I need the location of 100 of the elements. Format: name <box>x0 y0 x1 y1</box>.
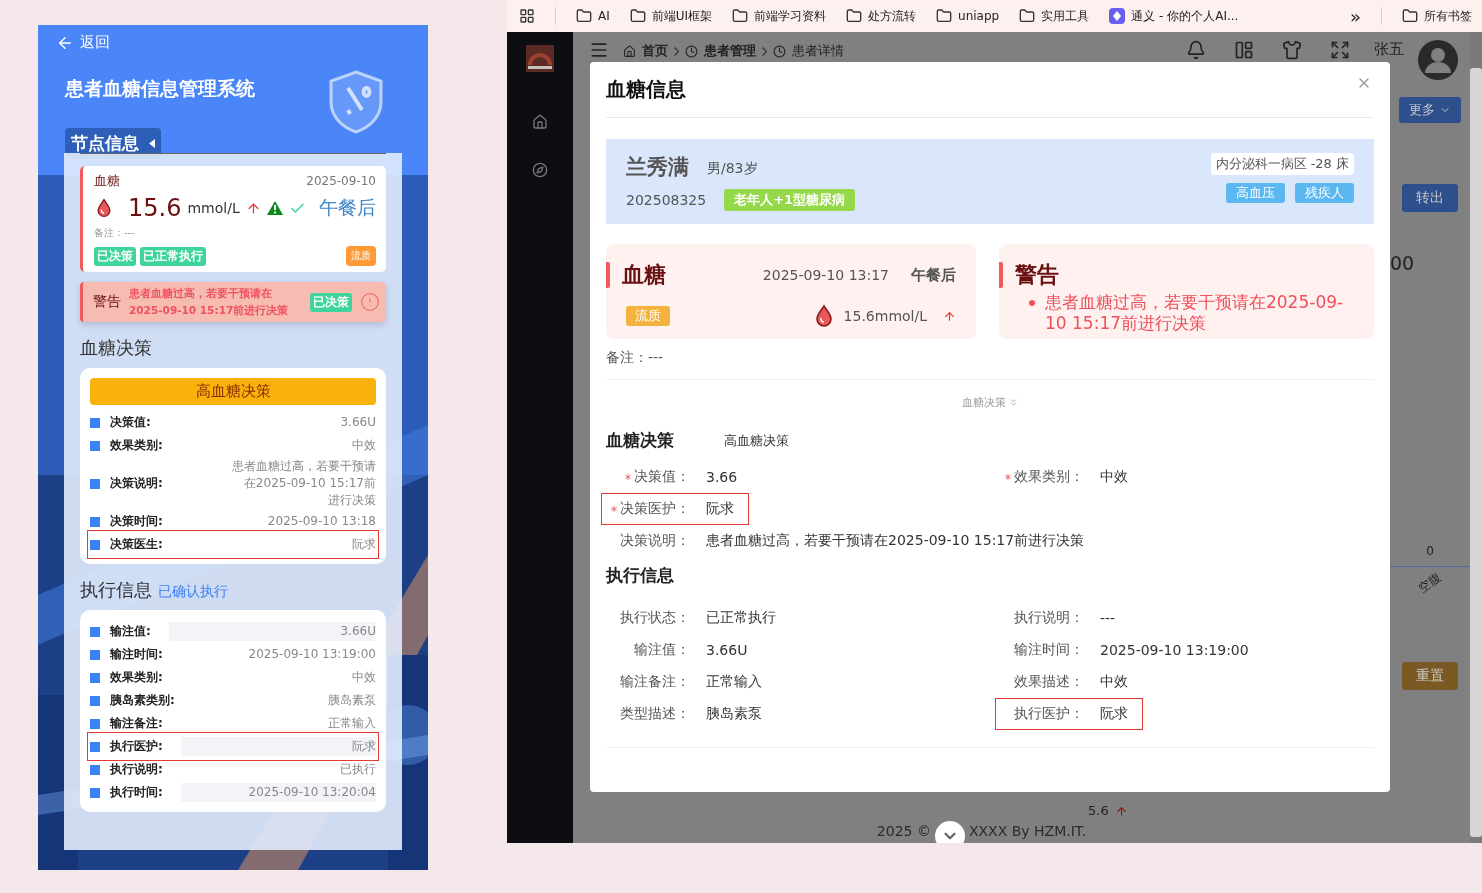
bullet-icon <box>90 672 100 683</box>
bookmark-link[interactable]: 所有书签 <box>1402 7 1472 25</box>
row-value: 已执行 <box>339 761 376 778</box>
bookmark-link[interactable]: 前端UI框架 <box>629 7 713 25</box>
note-text: 备注：--- <box>94 226 136 240</box>
warning-text: 患者血糖过高，若要干预请在2025-09-10 15:17前进行决策 <box>1045 292 1345 334</box>
bell-icon[interactable] <box>1186 40 1206 60</box>
breadcrumb-link[interactable]: 患者管理 <box>704 42 756 60</box>
patient-info: 男/83岁 <box>707 160 758 178</box>
collapse-toggle[interactable]: 血糖决策 <box>955 394 1025 411</box>
bullet-icon <box>90 741 100 752</box>
user-name: 张五 <box>1374 40 1404 59</box>
note-text: 备注：--- <box>606 339 1374 380</box>
row-value: 2025-09-10 13:19:00 <box>247 646 376 663</box>
folder-icon <box>936 8 953 24</box>
back-link[interactable]: 返回 <box>56 33 110 52</box>
required-icon <box>625 474 631 480</box>
bullet-icon <box>90 478 100 489</box>
folder-icon <box>576 8 592 24</box>
field-label: 输注时间： <box>1014 641 1084 659</box>
folder-icon <box>1402 8 1418 24</box>
field-value: --- <box>1100 610 1116 626</box>
row-label: 输注时间: <box>110 646 163 663</box>
row-label: 效果类别: <box>110 669 163 686</box>
caret-icon <box>149 138 155 148</box>
shirt-icon[interactable] <box>1282 40 1302 60</box>
apps-icon[interactable] <box>519 8 535 24</box>
row-value: 3.66U <box>168 622 376 641</box>
field-value: 3.66 <box>706 469 738 485</box>
bookmark-link[interactable]: 通义 - 你的个人AI... <box>1109 7 1239 25</box>
glucose-value: 15.6 <box>128 194 182 222</box>
required-icon <box>1005 474 1011 480</box>
scrollbar-thumb[interactable] <box>1470 68 1482 837</box>
row-label: 效果类别: <box>110 437 163 454</box>
breadcrumb-link[interactable]: 患者详情 <box>792 42 844 60</box>
more-bookmarks-button[interactable]: » <box>1350 5 1361 27</box>
scroll-down-button[interactable] <box>934 820 965 843</box>
folder-icon <box>732 8 749 24</box>
layout-icon[interactable] <box>1234 40 1254 60</box>
bullet-icon <box>90 787 100 798</box>
bullet-icon <box>90 539 100 550</box>
field-value: 正常输入 <box>706 673 762 691</box>
meal-time: 午餐后 <box>911 265 956 285</box>
row-value: 阮求 <box>180 737 376 756</box>
footer-text: XXXX By HZM.IT. <box>968 822 1087 839</box>
section-heading: 执行信息 <box>606 564 674 587</box>
field-label: 执行说明： <box>1014 609 1084 627</box>
menu-icon[interactable] <box>589 40 609 60</box>
folder-icon <box>846 8 863 24</box>
bookmark-link[interactable]: 实用工具 <box>1019 7 1090 25</box>
field-label: 决策值： <box>634 468 690 486</box>
warning-icon <box>266 201 283 215</box>
bullet-icon <box>90 764 100 775</box>
diet-tag: 流质 <box>626 306 670 326</box>
more-button[interactable]: 更多 <box>1399 97 1461 123</box>
patient-id: 202508325 <box>626 192 707 208</box>
row-label: 执行说明: <box>110 761 163 778</box>
chart-value: 0 <box>1426 544 1434 558</box>
decision-banner: 高血糖决策 <box>90 378 376 405</box>
row-label: 决策值: <box>110 414 151 431</box>
bullet-icon <box>90 440 100 451</box>
bookmark-link[interactable]: 处方流转 <box>846 7 917 25</box>
bookmark-link[interactable]: uniapp <box>936 8 1000 24</box>
row-value: 正常输入 <box>327 715 376 732</box>
bullet-icon <box>90 417 100 428</box>
status-tag: 已决策 <box>310 292 352 312</box>
home-icon[interactable] <box>532 114 548 130</box>
breadcrumb-link[interactable]: 首页 <box>642 42 668 60</box>
bookmark-link[interactable]: 前端学习资料 <box>732 7 827 25</box>
field-label: 执行医护： <box>1014 705 1084 723</box>
fullscreen-icon[interactable] <box>1330 40 1350 60</box>
reset-button[interactable]: 重置 <box>1402 662 1458 690</box>
compass-icon[interactable] <box>532 162 548 178</box>
card-title: 血糖 <box>622 261 666 289</box>
field-value: 阮求 <box>1100 705 1128 723</box>
row-label: 输注值: <box>110 623 151 640</box>
warning-text: 患者血糖过高，若要干预请在2025-09-10 15:17前进行决策 <box>129 286 290 318</box>
chevron-icon <box>762 46 767 56</box>
meal-time: 午餐后 <box>319 195 376 220</box>
field-value: 胰岛素泵 <box>706 705 762 723</box>
app-title: 患者血糖信息管理系统 <box>65 75 255 101</box>
warning-label: 警告 <box>93 293 121 311</box>
home-icon <box>623 44 636 58</box>
diagnosis-tag: 老年人+1型糖尿病 <box>724 189 856 211</box>
diet-tag: 流质 <box>346 246 376 266</box>
field-label: 执行状态： <box>620 609 690 627</box>
transfer-button[interactable]: 转出 <box>1402 184 1458 212</box>
field-value: 已正常执行 <box>706 609 776 627</box>
glucose-unit: mmol/L <box>187 200 240 216</box>
section-heading: 血糖决策 <box>80 336 152 360</box>
field-label: 效果描述： <box>1014 673 1084 691</box>
bookmark-link[interactable]: AI <box>576 8 610 24</box>
bullet-icon <box>1029 300 1035 306</box>
avatar-icon[interactable] <box>1418 40 1458 80</box>
row-label: 决策时间: <box>110 513 163 530</box>
section-heading: 执行信息 <box>80 578 152 602</box>
required-icon <box>611 506 617 512</box>
bullet-icon <box>90 718 100 729</box>
section-heading: 血糖决策 <box>606 429 674 452</box>
bullet-icon <box>90 516 100 527</box>
